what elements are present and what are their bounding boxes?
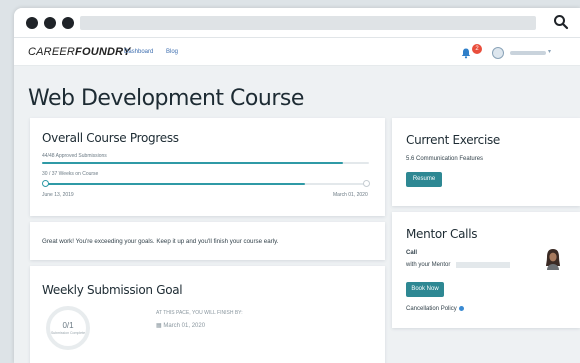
course-start-date: June 13, 2019 [42, 192, 74, 198]
current-exercise-title: Current Exercise [406, 133, 501, 147]
mentor-avatar [546, 249, 560, 270]
submissions-progress-fill [42, 162, 343, 164]
weeks-label: 30 / 37 Weeks on Course [42, 171, 99, 177]
goal-ring-value: 0/1 [62, 321, 74, 330]
weeks-progress-track [46, 183, 366, 185]
cancellation-policy-label: Cancellation Policy [406, 306, 457, 313]
window-minimize-dot[interactable] [44, 17, 56, 29]
window-maximize-dot[interactable] [62, 17, 74, 29]
mentor-with-label: with your Mentor [406, 262, 451, 268]
submissions-progress-track [42, 162, 369, 164]
finish-date: March 01, 2020 [163, 323, 206, 329]
submissions-label: 44/48 Approved Submissions [42, 153, 107, 159]
nav-link-dashboard[interactable]: Dashboard [124, 49, 153, 55]
mentor-name-placeholder [456, 262, 510, 268]
encouragement-message: Great work! You're exceeding your goals.… [42, 238, 279, 245]
search-icon[interactable] [553, 14, 569, 30]
weekly-goal-title: Weekly Submission Goal [42, 283, 183, 297]
finish-date-row: ▦ March 01, 2020 [156, 322, 205, 329]
weeks-end-marker [363, 180, 370, 187]
call-label: Call [406, 250, 418, 256]
browser-window: CAREERFOUNDRY Dashboard Blog 2 ▾ Web Dev… [14, 8, 580, 363]
course-end-date: March 01, 2020 [333, 192, 368, 198]
page-title: Web Development Course [28, 86, 304, 111]
resume-button[interactable]: Resume [406, 172, 442, 187]
current-exercise-name: 5.6 Communication Features [406, 156, 484, 162]
chevron-down-icon[interactable]: ▾ [548, 48, 551, 55]
weeks-progress-fill [46, 183, 306, 185]
goal-ring-caption: Submission Complete [50, 331, 86, 335]
window-close-dot[interactable] [26, 17, 38, 29]
info-icon[interactable] [458, 306, 464, 311]
current-exercise-card: Current Exercise 5.6 Communication Featu… [392, 118, 580, 206]
course-progress-title: Overall Course Progress [42, 131, 179, 145]
mentor-calls-card: Mentor Calls Call with your Mentor Book … [392, 212, 580, 328]
browser-chrome [14, 8, 580, 38]
notification-badge: 2 [472, 44, 482, 54]
nav-link-blog[interactable]: Blog [166, 49, 178, 55]
user-avatar[interactable] [492, 47, 504, 59]
bell-icon[interactable] [460, 47, 472, 59]
course-progress-card: Overall Course Progress 44/48 Approved S… [30, 118, 385, 216]
user-name-placeholder[interactable] [510, 51, 546, 55]
careerfoundry-logo[interactable]: CAREERFOUNDRY [28, 46, 131, 58]
pace-label: AT THIS PACE, YOU WILL FINISH BY: [156, 310, 243, 316]
book-now-button[interactable]: Book Now [406, 282, 444, 297]
calendar-icon: ▦ [156, 323, 162, 329]
weeks-start-marker [42, 180, 49, 187]
encouragement-card: Great work! You're exceeding your goals.… [30, 222, 385, 260]
weekly-goal-card: Weekly Submission Goal 0/1 Submission Co… [30, 266, 385, 363]
logo-text-light: CAREER [28, 46, 76, 58]
mentor-calls-title: Mentor Calls [406, 227, 478, 241]
cancellation-policy-link[interactable]: Cancellation Policy [406, 306, 464, 312]
site-nav: CAREERFOUNDRY Dashboard Blog 2 ▾ [14, 38, 580, 66]
logo-text-bold: FOUNDRY [75, 46, 131, 58]
address-bar[interactable] [80, 16, 536, 30]
